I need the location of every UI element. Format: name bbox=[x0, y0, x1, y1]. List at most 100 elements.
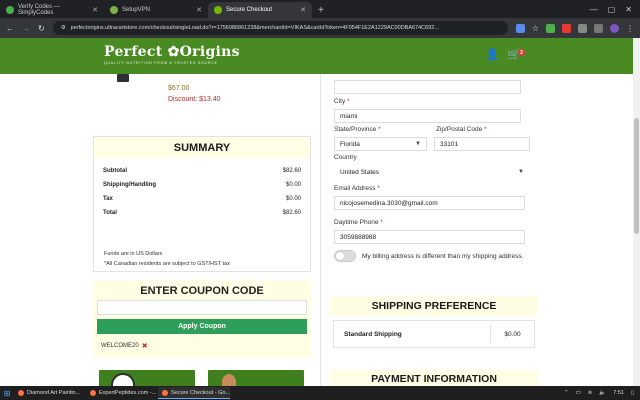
billing-different-toggle[interactable] bbox=[334, 250, 356, 262]
label-text: City bbox=[334, 98, 346, 105]
checkout-content: $67.00 Discount: $13.40 SUMMARY Subtotal… bbox=[0, 74, 633, 386]
tab-simplycodes[interactable]: Verify Codes — SimplyCodes ✕ bbox=[0, 2, 104, 18]
simplycodes-icon bbox=[6, 6, 14, 14]
close-window-button[interactable]: ✕ bbox=[625, 5, 632, 14]
network-icon[interactable]: ▭ bbox=[576, 390, 581, 396]
back-icon[interactable]: ← bbox=[6, 24, 14, 33]
remove-coupon-icon[interactable]: ✖ bbox=[142, 342, 148, 350]
shipping-option[interactable]: Standard Shipping $0.00 bbox=[333, 320, 535, 348]
summary-label: Shipping/Handling bbox=[103, 182, 156, 188]
apply-coupon-button[interactable]: Apply Coupon bbox=[97, 319, 307, 334]
label-text: Country bbox=[334, 154, 357, 161]
new-tab-button[interactable]: + bbox=[312, 5, 330, 18]
chevron-down-icon: ▼ bbox=[415, 141, 421, 147]
taskbar-item[interactable]: Secure Checkout - Go... bbox=[158, 387, 230, 399]
seal-icon bbox=[111, 373, 135, 386]
summary-row-tax: Tax $0.00 bbox=[94, 192, 310, 206]
clock[interactable]: 7:51 bbox=[613, 390, 624, 396]
chrome-icon bbox=[162, 389, 168, 396]
tab-setupvpn[interactable]: SetupVPN ✕ bbox=[104, 2, 208, 18]
zip-label: Zip/Postal Code * bbox=[436, 126, 487, 133]
scrollbar-thumb[interactable] bbox=[634, 118, 639, 234]
perfect-origins-icon bbox=[214, 6, 222, 14]
summary-value: $0.00 bbox=[285, 182, 301, 188]
field-value: nicojosemedina.3030@gmail.com bbox=[340, 199, 438, 207]
tab-label: Verify Codes — SimplyCodes bbox=[18, 4, 60, 16]
close-icon[interactable]: ✕ bbox=[300, 6, 306, 14]
forward-icon[interactable]: → bbox=[22, 24, 30, 33]
tax-note: *All Canadian residents are subject to G… bbox=[104, 261, 230, 267]
cart-icon[interactable]: 🛒 2 bbox=[507, 48, 525, 61]
bookmark-star-icon[interactable]: ☆ bbox=[532, 24, 539, 33]
trust-badge bbox=[99, 370, 195, 386]
reload-icon[interactable]: ↻ bbox=[38, 24, 45, 33]
sidebar-icon[interactable] bbox=[594, 23, 603, 33]
currency-note: Funds are in US Dollars bbox=[104, 251, 163, 257]
user-icon[interactable]: 👤 bbox=[486, 48, 500, 61]
summary-row-total: Total $82.60 bbox=[94, 206, 310, 220]
browser-tab-bar: Verify Codes — SimplyCodes ✕ SetupVPN ✕ … bbox=[0, 0, 640, 18]
tab-secure-checkout[interactable]: Secure Checkout ✕ bbox=[208, 2, 312, 18]
taskbar-item[interactable]: Diamond Art Paintin... bbox=[14, 387, 86, 399]
country-select[interactable]: United States ▼ bbox=[334, 165, 530, 179]
state-label: State/Province * bbox=[334, 126, 381, 133]
notifications-icon[interactable]: ▯ bbox=[631, 390, 634, 396]
address-field[interactable] bbox=[334, 80, 521, 94]
coupon-section: ENTER COUPON CODE Apply Coupon WELCOME20… bbox=[93, 280, 311, 358]
summary-label: Tax bbox=[103, 196, 113, 202]
shipping-price: $0.00 bbox=[490, 325, 534, 343]
setupvpn-icon bbox=[110, 6, 118, 14]
chevron-down-icon: ▼ bbox=[518, 169, 524, 175]
extension-icon[interactable] bbox=[562, 23, 571, 33]
tab-label: Secure Checkout bbox=[226, 7, 273, 13]
coupon-input[interactable] bbox=[97, 300, 307, 315]
taskbar-item[interactable]: ExpertPeptides.com -... bbox=[86, 387, 158, 399]
window-controls: — ▢ ✕ bbox=[582, 5, 640, 18]
windows-taskbar: ⊞ Diamond Art Paintin... ExpertPeptides.… bbox=[0, 386, 640, 400]
system-tray: ⌃ ▭ ≋ 🔈 7:51 ▯ bbox=[564, 390, 640, 396]
product-image bbox=[117, 74, 129, 82]
firefox-icon bbox=[90, 390, 96, 396]
shipping-preference-title: SHIPPING PREFERENCE bbox=[330, 296, 538, 316]
coupon-title: ENTER COUPON CODE bbox=[140, 285, 264, 297]
zip-input[interactable]: 33101 bbox=[434, 137, 530, 151]
extension-icon[interactable] bbox=[546, 23, 555, 33]
menu-icon[interactable]: ⋮ bbox=[626, 24, 634, 33]
toggle-knob bbox=[336, 252, 344, 260]
maximize-button[interactable]: ▢ bbox=[608, 5, 616, 14]
taskbar-label: Diamond Art Paintin... bbox=[27, 390, 81, 396]
taskbar-label: Secure Checkout - Go... bbox=[171, 389, 230, 396]
close-icon[interactable]: ✕ bbox=[196, 6, 202, 14]
order-summary: SUMMARY Subtotal $82.60 Shipping/Handlin… bbox=[93, 136, 311, 272]
translate-icon[interactable] bbox=[515, 23, 525, 33]
required-mark: * bbox=[377, 185, 380, 192]
email-input[interactable]: nicojosemedina.3030@gmail.com bbox=[334, 196, 525, 210]
country-label: Country bbox=[334, 154, 357, 161]
state-select[interactable]: Florida ▼ bbox=[334, 137, 427, 151]
required-mark: * bbox=[347, 98, 350, 105]
phone-label: Daytime Phone * bbox=[334, 219, 383, 226]
summary-label: Total bbox=[103, 210, 117, 216]
close-icon[interactable]: ✕ bbox=[92, 6, 98, 14]
minimize-button[interactable]: — bbox=[590, 5, 598, 14]
city-input[interactable]: miami bbox=[334, 109, 521, 123]
site-logo[interactable]: Perfect ✿Origins QUALITY NUTRITION FROM … bbox=[104, 44, 240, 65]
avatar[interactable] bbox=[610, 23, 619, 33]
cart-count-badge: 2 bbox=[518, 49, 525, 56]
logo-title: Perfect ✿Origins bbox=[104, 44, 240, 60]
site-info-icon[interactable]: ⚙ bbox=[61, 25, 66, 31]
city-label: City * bbox=[334, 98, 350, 105]
wifi-icon[interactable]: ≋ bbox=[588, 390, 593, 396]
url-field[interactable]: ⚙ perfectorigins.ultracartstore.com/chec… bbox=[52, 21, 508, 35]
windows-start-icon[interactable]: ⊞ bbox=[0, 389, 14, 398]
puzzle-icon[interactable] bbox=[578, 23, 587, 33]
label-text: Daytime Phone bbox=[334, 219, 379, 226]
chevron-up-icon[interactable]: ⌃ bbox=[564, 390, 569, 396]
summary-title: SUMMARY bbox=[94, 137, 310, 158]
field-value: United States bbox=[340, 168, 380, 176]
page-scrollbar[interactable] bbox=[633, 38, 640, 386]
volume-icon[interactable]: 🔈 bbox=[599, 390, 606, 396]
label-text: Zip/Postal Code bbox=[436, 126, 483, 133]
trust-badge bbox=[208, 370, 304, 386]
phone-input[interactable]: 3059888988 bbox=[334, 230, 525, 244]
